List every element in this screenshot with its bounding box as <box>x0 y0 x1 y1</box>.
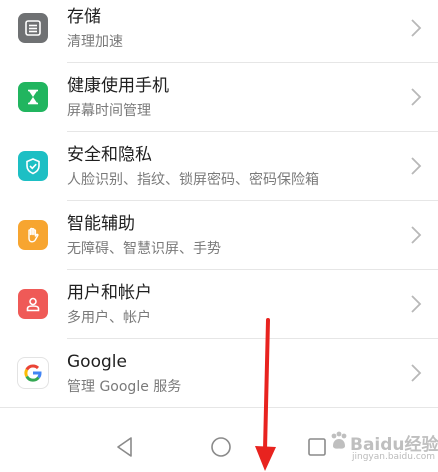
settings-item-storage[interactable]: 存储 清理加速 <box>0 0 438 62</box>
chevron-right-icon <box>411 226 422 244</box>
settings-item-subtitle: 管理 Google 服务 <box>67 379 182 395</box>
watermark-subtext: jingyan.baidu.com <box>352 452 436 462</box>
divider <box>0 407 438 408</box>
settings-item-subtitle: 人脸识别、指纹、锁屏密码、密码保险箱 <box>67 172 319 188</box>
recents-icon[interactable] <box>304 434 330 460</box>
red-arrow-annotation <box>255 318 276 471</box>
settings-item-title: 健康使用手机 <box>67 76 169 96</box>
settings-item-subtitle: 无障碍、智慧识屏、手势 <box>67 241 221 257</box>
settings-item-title: 用户和帐户 <box>67 283 152 303</box>
settings-item-security[interactable]: 安全和隐私 人脸识别、指纹、锁屏密码、密码保险箱 <box>0 131 438 200</box>
user-icon <box>18 289 48 319</box>
chevron-right-icon <box>411 19 422 37</box>
settings-item-title: 智能辅助 <box>67 214 135 234</box>
storage-icon <box>18 13 48 43</box>
chevron-right-icon <box>411 88 422 106</box>
settings-item-smart-assistance[interactable]: 智能辅助 无障碍、智慧识屏、手势 <box>0 200 438 269</box>
settings-item-users-accounts[interactable]: 用户和帐户 多用户、帐户 <box>0 269 438 338</box>
settings-item-google[interactable]: Google 管理 Google 服务 <box>0 338 438 407</box>
back-icon[interactable] <box>112 434 138 460</box>
google-icon <box>18 358 48 388</box>
settings-item-title: Google <box>67 352 127 372</box>
home-icon[interactable] <box>208 434 234 460</box>
hand-icon <box>18 220 48 250</box>
paw-icon <box>331 431 347 449</box>
settings-item-title: 安全和隐私 <box>67 145 152 165</box>
shield-icon <box>18 151 48 181</box>
chevron-right-icon <box>411 295 422 313</box>
settings-item-subtitle: 屏幕时间管理 <box>67 103 151 119</box>
chevron-right-icon <box>411 364 422 382</box>
chevron-right-icon <box>411 157 422 175</box>
settings-item-digital-balance[interactable]: 健康使用手机 屏幕时间管理 <box>0 62 438 131</box>
settings-item-subtitle: 清理加速 <box>67 34 123 50</box>
baidu-watermark: Baidu经验 jingyan.baidu.com <box>328 428 438 468</box>
settings-item-title: 存储 <box>67 7 101 27</box>
hourglass-icon <box>18 82 48 112</box>
settings-item-subtitle: 多用户、帐户 <box>67 310 151 326</box>
